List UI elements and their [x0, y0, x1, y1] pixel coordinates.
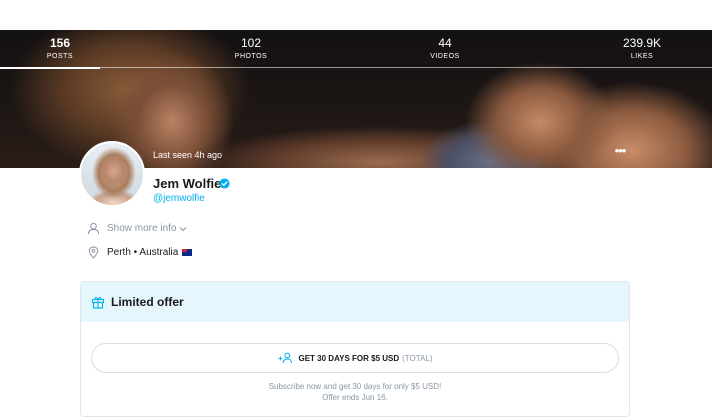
location-label: Perth • Australia — [107, 247, 179, 258]
avatar[interactable] — [79, 141, 145, 207]
stats-active-indicator — [0, 67, 100, 69]
stat-videos-label: VIDEOS — [430, 53, 460, 60]
stat-photos-label: PHOTOS — [234, 53, 268, 60]
stat-videos-value: 44 — [438, 36, 452, 50]
location-pin-icon — [88, 246, 99, 259]
show-more-info-label: Show more info — [107, 223, 177, 234]
subscribe-button-label: GET 30 DAYS FOR $5 USD — [298, 353, 400, 363]
stat-likes-label: LIKES — [630, 53, 654, 60]
profile-handle[interactable]: @jemwolfie — [153, 193, 205, 204]
show-more-info-toggle[interactable]: Show more info — [87, 222, 187, 235]
limited-offer-card: Limited offer GET 30 DAYS FOR $5 USD (TO… — [80, 281, 630, 417]
last-seen-status: Last seen 4h ago — [153, 150, 223, 160]
offer-note-line1: Subscribe now and get 30 days for only $… — [268, 382, 442, 391]
offer-note-line2: Offer ends Jun 16. — [322, 393, 388, 402]
stat-posts-value: 156 — [49, 36, 71, 50]
stat-likes[interactable]: 239.9K LIKES — [602, 36, 682, 62]
stat-photos-value: 102 — [240, 36, 262, 50]
offer-header: Limited offer — [81, 282, 629, 322]
verified-badge-icon — [219, 178, 230, 189]
gift-icon — [91, 297, 105, 309]
stat-likes-value: 239.9K — [622, 36, 662, 50]
stat-photos[interactable]: 102 PHOTOS — [211, 36, 291, 62]
profile-stats-bar: 156 POSTS 102 PHOTOS 44 VIDEOS 239.9K LI… — [0, 30, 712, 70]
offer-note: Subscribe now and get 30 days for only $… — [81, 381, 629, 403]
stat-posts-label: POSTS — [46, 53, 74, 60]
offer-title: Limited offer — [111, 295, 184, 309]
chevron-down-icon — [180, 226, 187, 231]
subscribe-button[interactable]: GET 30 DAYS FOR $5 USD (TOTAL) — [91, 343, 619, 373]
add-user-icon — [278, 352, 292, 364]
australia-flag-icon — [182, 249, 193, 256]
stat-posts[interactable]: 156 POSTS — [20, 36, 100, 62]
more-options-icon[interactable]: ••• — [612, 144, 628, 160]
subscribe-button-total: (TOTAL) — [402, 353, 433, 363]
profile-name: Jem Wolfie — [153, 176, 222, 191]
location-row: Perth • Australia — [87, 246, 193, 259]
stat-videos[interactable]: 44 VIDEOS — [405, 36, 485, 62]
stats-divider — [0, 67, 712, 68]
user-icon — [87, 222, 100, 235]
